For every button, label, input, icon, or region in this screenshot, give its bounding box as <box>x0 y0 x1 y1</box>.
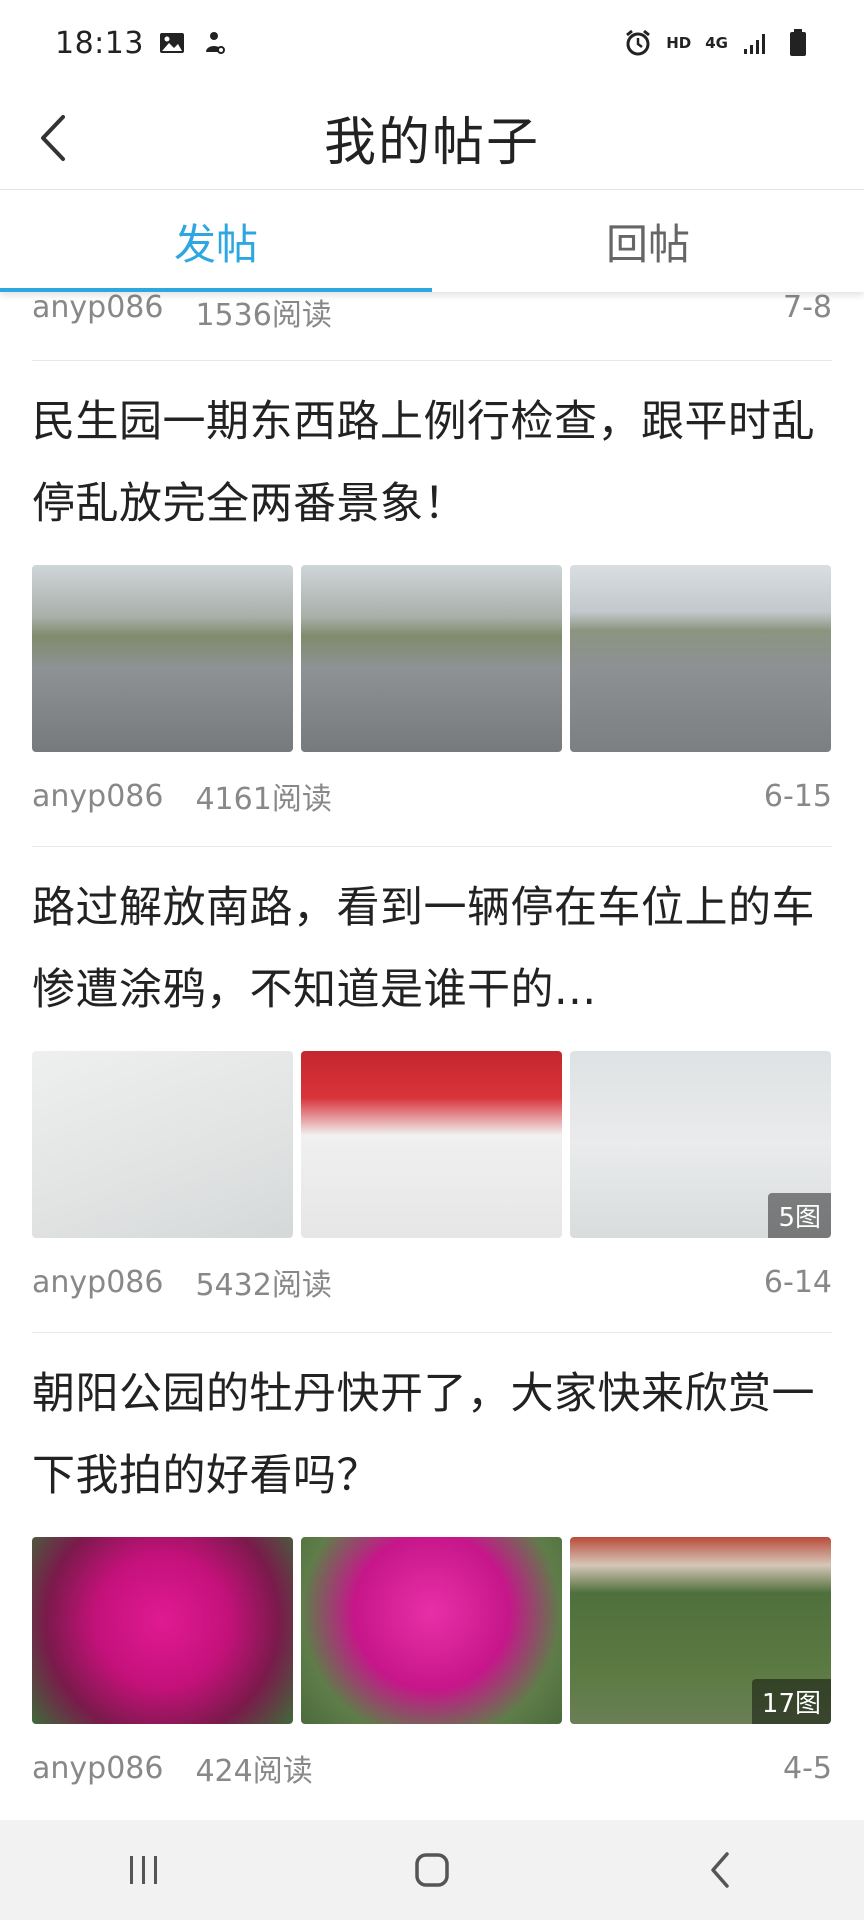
post-reads: 5432阅读 <box>195 1268 332 1303</box>
post-images: 5图 <box>32 1051 832 1238</box>
post-title[interactable]: 民生园一期东西路上例行检查，跟平时乱停乱放完全两番景象！ <box>32 361 832 545</box>
post-image[interactable] <box>32 565 293 752</box>
post-reads: 1536阅读 <box>195 298 332 333</box>
image-count-badge: 17图 <box>751 1679 831 1724</box>
post-date: 6-15 <box>763 778 832 814</box>
post-reads: 424阅读 <box>195 1754 313 1789</box>
recent-apps-icon <box>130 1856 157 1884</box>
post-author: anyp086 <box>32 1264 164 1300</box>
tab-posts[interactable]: 发帖 <box>0 190 432 292</box>
post-image[interactable] <box>301 565 562 752</box>
image-icon <box>158 29 186 57</box>
post-date: 4-5 <box>783 1750 832 1786</box>
post-meta: anyp086 4161阅读 6-15 <box>32 766 832 826</box>
post-image[interactable]: 17图 <box>570 1537 831 1724</box>
post-feed[interactable]: anyp086 1536阅读 7-8 民生园一期东西路上例行检查，跟平时乱停乱放… <box>0 292 864 1820</box>
post-meta: anyp086 5432阅读 6-14 <box>32 1252 832 1312</box>
tab-replies[interactable]: 回帖 <box>432 190 864 292</box>
status-bar: 18:13 HD 4G <box>0 0 864 86</box>
list-item[interactable]: anyp086 1536阅读 7-8 <box>0 292 864 333</box>
recent-apps-button[interactable] <box>104 1835 184 1905</box>
post-date: 7-8 <box>783 292 832 325</box>
post-image[interactable] <box>301 1051 562 1238</box>
notification-icon <box>200 29 228 57</box>
back-icon <box>711 1852 729 1888</box>
post-image[interactable] <box>570 565 831 752</box>
home-icon <box>415 1853 449 1887</box>
post-title[interactable]: 路过解放南路，看到一辆停在车位上的车惨遭涂鸦，不知道是谁干的... <box>32 847 832 1031</box>
post-author: anyp086 <box>32 1750 164 1786</box>
battery-icon <box>784 29 812 57</box>
post-images <box>32 565 832 752</box>
hd-icon: HD <box>666 34 692 52</box>
home-button[interactable] <box>392 1835 472 1905</box>
tab-bar: 发帖 回帖 <box>0 190 864 292</box>
chevron-left-icon <box>41 115 65 161</box>
4g-icon: 4G <box>705 34 728 52</box>
header: 我的帖子 <box>0 86 864 190</box>
post-image[interactable] <box>32 1537 293 1724</box>
nav-back-button[interactable] <box>680 1835 760 1905</box>
post-reads: 4161阅读 <box>195 782 332 817</box>
post-images: 17图 <box>32 1537 832 1724</box>
post-title[interactable]: 朝阳公园的牡丹快开了，大家快来欣赏一下我拍的好看吗？ <box>32 1333 832 1517</box>
signal-icon <box>742 29 770 57</box>
status-time: 18:13 <box>55 25 144 61</box>
post-date: 6-14 <box>763 1264 832 1300</box>
post-image[interactable] <box>32 1051 293 1238</box>
status-left: 18:13 <box>55 26 228 61</box>
list-item[interactable]: 民生园一期东西路上例行检查，跟平时乱停乱放完全两番景象！ anyp086 416… <box>0 361 864 826</box>
back-button[interactable] <box>22 106 82 170</box>
post-author: anyp086 <box>32 778 164 814</box>
post-meta: anyp086 424阅读 4-5 <box>32 1738 832 1798</box>
list-item[interactable]: 朝阳公园的牡丹快开了，大家快来欣赏一下我拍的好看吗？ 17图 anyp086 4… <box>0 1333 864 1798</box>
page-title: 我的帖子 <box>323 113 540 173</box>
alarm-icon <box>624 29 652 57</box>
post-author: anyp086 <box>32 292 164 325</box>
post-image[interactable]: 5图 <box>570 1051 831 1238</box>
post-image[interactable] <box>301 1537 562 1724</box>
image-count-badge: 5图 <box>768 1193 831 1238</box>
post-meta: anyp086 1536阅读 7-8 <box>32 292 832 333</box>
system-nav-bar <box>0 1820 864 1920</box>
status-right: HD 4G <box>624 29 812 57</box>
list-item[interactable]: 路过解放南路，看到一辆停在车位上的车惨遭涂鸦，不知道是谁干的... 5图 any… <box>0 847 864 1312</box>
